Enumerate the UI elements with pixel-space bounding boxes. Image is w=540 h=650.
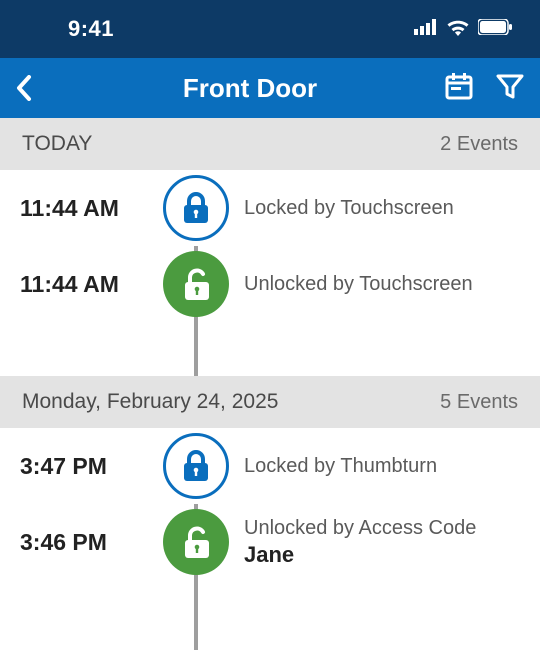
section-label: Monday, February 24, 2025 xyxy=(22,390,278,414)
chevron-left-icon xyxy=(16,75,32,101)
calendar-button[interactable] xyxy=(444,71,474,106)
event-row[interactable]: 11:44 AM Unlocked by Touchscreen xyxy=(0,246,540,322)
battery-icon xyxy=(478,19,512,40)
event-time: 3:47 PM xyxy=(0,453,158,480)
section-header: TODAY 2 Events xyxy=(0,118,540,170)
lock-icon xyxy=(163,433,229,499)
event-row[interactable]: 11:44 AM Locked by Touchscreen xyxy=(0,170,540,246)
filter-icon xyxy=(496,72,524,100)
calendar-icon xyxy=(444,71,474,101)
unlock-icon xyxy=(163,251,229,317)
section-header: Monday, February 24, 2025 5 Events xyxy=(0,376,540,428)
event-row[interactable]: 3:47 PM Locked by Thumbturn xyxy=(0,428,540,504)
event-description: Locked by Thumbturn xyxy=(234,454,540,479)
unlock-icon xyxy=(163,509,229,575)
section-count: 2 Events xyxy=(440,133,518,156)
wifi-icon xyxy=(446,18,470,41)
filter-button[interactable] xyxy=(496,72,524,105)
back-button[interactable] xyxy=(16,75,56,101)
section-count: 5 Events xyxy=(440,391,518,414)
event-description: Locked by Touchscreen xyxy=(234,196,540,221)
event-description: Unlocked by Touchscreen xyxy=(234,272,540,297)
status-bar: 9:41 xyxy=(0,0,540,58)
status-icons xyxy=(414,18,512,41)
section-label: TODAY xyxy=(22,132,92,156)
event-user: Jane xyxy=(244,541,540,569)
event-time: 11:44 AM xyxy=(0,271,158,298)
nav-bar: Front Door xyxy=(0,58,540,118)
cellular-icon xyxy=(414,19,438,40)
event-description: Unlocked by Access Code Jane xyxy=(234,516,540,569)
page-title: Front Door xyxy=(56,73,444,104)
lock-icon xyxy=(163,175,229,241)
event-list: 11:44 AM Locked by Touchscreen 11:44 AM … xyxy=(0,170,540,376)
event-list: 3:47 PM Locked by Thumbturn 3:46 PM Unlo… xyxy=(0,428,540,580)
event-time: 3:46 PM xyxy=(0,529,158,556)
event-row[interactable]: 3:46 PM Unlocked by Access Code Jane xyxy=(0,504,540,580)
status-time: 9:41 xyxy=(68,16,114,42)
event-time: 11:44 AM xyxy=(0,195,158,222)
